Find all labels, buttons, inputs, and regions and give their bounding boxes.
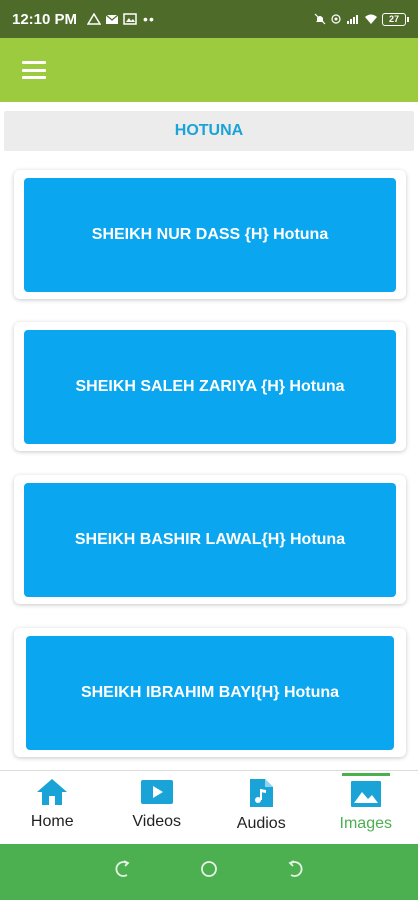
wifi-icon bbox=[365, 14, 377, 24]
video-icon bbox=[140, 780, 173, 804]
menu-icon[interactable] bbox=[22, 61, 46, 79]
bottom-nav: Home Videos Audios Images bbox=[0, 770, 418, 844]
status-time: 12:10 PM bbox=[12, 10, 78, 28]
back-icon[interactable] bbox=[113, 859, 133, 885]
status-left-icons bbox=[87, 13, 137, 25]
nav-home[interactable]: Home bbox=[0, 771, 105, 844]
home-circle-icon[interactable] bbox=[199, 859, 219, 885]
status-right-icons: 27 bbox=[314, 12, 409, 26]
list-item: SHEIKH SALEH ZARIYA {H} Hotuna bbox=[14, 322, 406, 451]
nav-images[interactable]: Images bbox=[314, 771, 418, 844]
list-item: SHEIKH BASHIR LAWAL{H} Hotuna bbox=[14, 475, 406, 604]
status-bar: 12:10 PM •• 27 bbox=[0, 0, 418, 38]
battery-indicator: 27 bbox=[382, 12, 409, 26]
nav-videos[interactable]: Videos bbox=[105, 771, 210, 844]
item-label: SHEIKH BASHIR LAWAL{H} Hotuna bbox=[74, 531, 346, 548]
item-label: SHEIKH IBRAHIM BAYI{H} Hotuna bbox=[80, 684, 340, 701]
hotspot-icon bbox=[331, 14, 341, 24]
section-header: HOTUNA bbox=[4, 111, 414, 151]
item-button-3[interactable]: SHEIKH BASHIR LAWAL{H} Hotuna bbox=[24, 483, 396, 597]
item-button-2[interactable]: SHEIKH SALEH ZARIYA {H} Hotuna bbox=[24, 330, 396, 444]
section-title: HOTUNA bbox=[174, 122, 244, 139]
item-button-4[interactable]: SHEIKH IBRAHIM BAYI{H} Hotuna bbox=[26, 636, 394, 750]
system-nav-bar bbox=[0, 844, 418, 900]
nav-audios[interactable]: Audios bbox=[209, 771, 314, 844]
nav-label: Images bbox=[339, 815, 392, 832]
nav-label: Audios bbox=[236, 815, 286, 832]
item-label: SHEIKH SALEH ZARIYA {H} Hotuna bbox=[75, 378, 345, 395]
mail-icon bbox=[105, 14, 119, 24]
nav-label: Home bbox=[30, 813, 74, 830]
music-file-icon bbox=[250, 779, 274, 807]
item-button-1[interactable]: SHEIKH NUR DASS {H} Hotuna bbox=[24, 178, 396, 292]
app-bar bbox=[0, 38, 418, 102]
list-item: SHEIKH NUR DASS {H} Hotuna bbox=[14, 170, 406, 299]
image-icon bbox=[123, 13, 137, 25]
image-icon bbox=[350, 781, 381, 807]
recents-icon[interactable] bbox=[285, 859, 305, 885]
status-dots: •• bbox=[143, 11, 155, 27]
warning-icon bbox=[87, 13, 102, 25]
nav-label: Videos bbox=[132, 813, 182, 830]
item-label: SHEIKH NUR DASS {H} Hotuna bbox=[91, 226, 329, 243]
mute-icon bbox=[314, 13, 326, 25]
home-icon bbox=[37, 779, 68, 805]
signal-icon bbox=[347, 15, 358, 24]
list-item: SHEIKH IBRAHIM BAYI{H} Hotuna bbox=[14, 628, 406, 757]
